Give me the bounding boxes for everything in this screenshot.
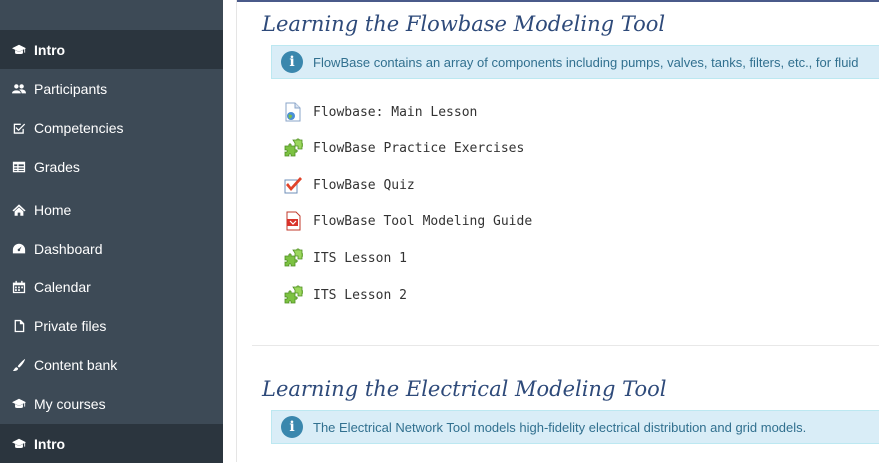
info-alert: i FlowBase contains an array of componen… [271, 45, 879, 79]
sidebar-item-grades[interactable]: Grades [0, 147, 223, 186]
sidebar-item-label: Competencies [34, 119, 124, 136]
info-text: The Electrical Network Tool models high-… [313, 419, 807, 435]
graduation-cap-icon [12, 437, 26, 451]
section-divider [252, 345, 879, 346]
main-left-border [236, 0, 237, 462]
activity-quiz[interactable]: FlowBase Quiz [283, 174, 415, 196]
activity-exercises[interactable]: FlowBase Practice Exercises [283, 137, 524, 159]
page-icon [285, 102, 301, 122]
activity-its-lesson-2[interactable]: ITS Lesson 2 [283, 284, 407, 306]
home-icon [12, 203, 26, 217]
sidebar-item-private-files[interactable]: Private files [0, 306, 223, 345]
info-alert: i The Electrical Network Tool models hig… [271, 410, 879, 444]
info-text: FlowBase contains an array of components… [313, 54, 859, 70]
sidebar-item-participants[interactable]: Participants [0, 69, 223, 108]
paint-brush-icon [12, 358, 26, 372]
sidebar-item-label: Participants [34, 80, 108, 97]
sidebar-item-home[interactable]: Home [0, 190, 223, 229]
sidebar-item-intro[interactable]: Intro [0, 30, 223, 69]
activity-name: ITS Lesson 1 [313, 250, 407, 266]
activity-name: Flowbase: Main Lesson [313, 104, 478, 120]
sidebar-item-my-courses[interactable]: My courses [0, 384, 223, 423]
check-square-icon [12, 121, 26, 135]
sidebar-item-intro-current[interactable]: Intro [0, 424, 223, 463]
sidebar-nav: Intro Participants Competencies Grades H… [0, 0, 223, 463]
sidebar-item-label: Private files [34, 317, 107, 334]
sidebar-item-label: Dashboard [34, 240, 103, 257]
users-icon [12, 82, 26, 96]
sidebar-item-label: Content bank [34, 356, 118, 373]
sidebar-item-label: Grades [34, 158, 80, 175]
puzzle-icon [284, 138, 303, 157]
table-icon [12, 160, 26, 174]
sidebar-item-competencies[interactable]: Competencies [0, 108, 223, 147]
activity-its-lesson-1[interactable]: ITS Lesson 1 [283, 247, 407, 269]
puzzle-icon [284, 248, 303, 267]
sidebar-item-label: Calendar [34, 278, 91, 295]
sidebar-item-dashboard[interactable]: Dashboard [0, 229, 223, 268]
main-top-border [236, 0, 879, 2]
section-title[interactable]: Learning the Flowbase Modeling Tool [262, 12, 665, 36]
sidebar-item-calendar[interactable]: Calendar [0, 267, 223, 306]
sidebar-item-label: My courses [34, 395, 106, 412]
info-icon: i [281, 416, 303, 438]
file-icon [12, 319, 26, 333]
sidebar-item-content-bank[interactable]: Content bank [0, 345, 223, 384]
info-icon: i [281, 51, 303, 73]
activity-name: FlowBase Quiz [313, 177, 415, 193]
graduation-cap-icon [12, 397, 26, 411]
section-title[interactable]: Learning the Electrical Modeling Tool [262, 377, 666, 401]
activity-guide-pdf[interactable]: FlowBase Tool Modeling Guide [283, 210, 532, 232]
graduation-cap-icon [12, 43, 26, 57]
activity-page[interactable]: Flowbase: Main Lesson [283, 101, 477, 123]
activity-name: ITS Lesson 2 [313, 287, 407, 303]
calendar-icon [12, 280, 26, 294]
sidebar-top-bar [0, 0, 223, 31]
dashboard-icon [12, 242, 26, 256]
puzzle-icon [284, 285, 303, 304]
sidebar-item-label: Intro [34, 435, 66, 452]
sidebar-item-label: Home [34, 201, 72, 218]
sidebar-item-label: Intro [34, 41, 66, 58]
activity-name: FlowBase Tool Modeling Guide [313, 213, 533, 229]
activity-name: FlowBase Practice Exercises [313, 140, 525, 156]
quiz-checkmark-icon [284, 177, 302, 194]
pdf-icon [286, 211, 301, 231]
